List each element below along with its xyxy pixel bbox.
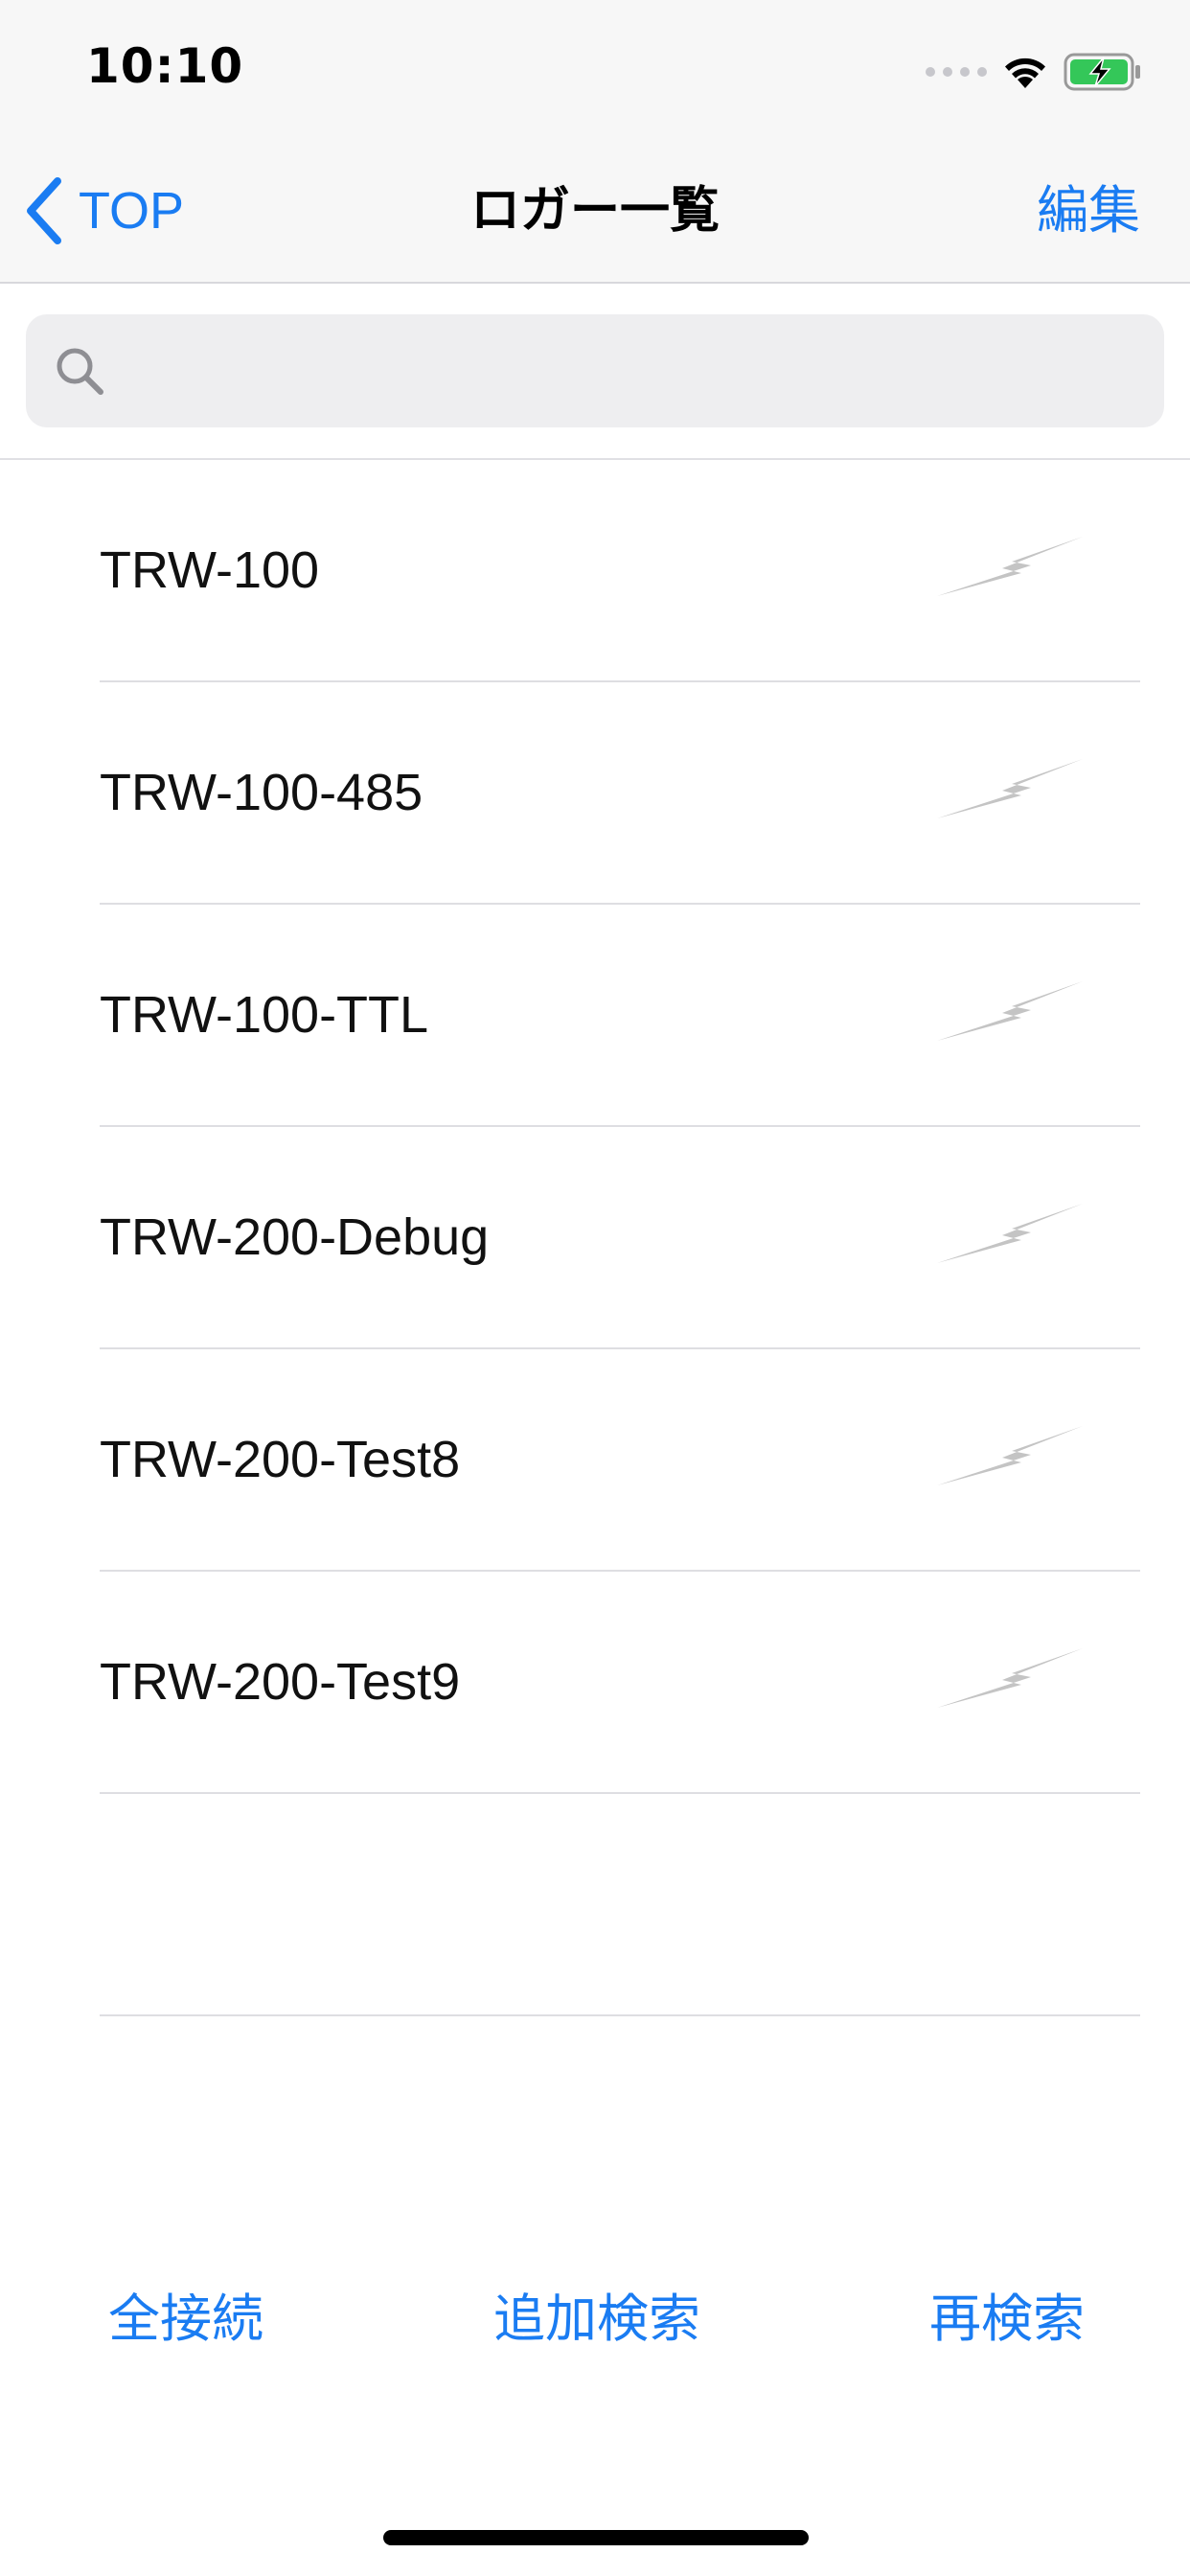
device-name: TRW-200-Debug (100, 1208, 490, 1266)
status-bar: 10:10 (0, 0, 1190, 134)
list-item[interactable]: TRW-200-Test8 (100, 1349, 1140, 1572)
search-icon (57, 348, 103, 395)
search-bar[interactable] (26, 313, 1164, 428)
add-search-button[interactable]: 追加検索 (493, 2271, 700, 2367)
status-icons (926, 53, 1142, 91)
search-input[interactable] (108, 313, 1164, 428)
battery-charging-icon (1064, 53, 1140, 91)
list-item[interactable]: TRW-100 (100, 460, 1140, 682)
list-item[interactable]: TRW-200-Debug (100, 1127, 1140, 1349)
device-name: TRW-200-Test8 (100, 1431, 461, 1488)
search-area (0, 284, 1190, 460)
device-name: TRW-100-485 (100, 764, 423, 821)
list-item[interactable]: TRW-100-TTL (100, 905, 1140, 1127)
rescan-button[interactable]: 再検索 (929, 2271, 1085, 2367)
connect-all-button[interactable]: 全接続 (108, 2271, 263, 2367)
bolt-icon (937, 1204, 1083, 1263)
bolt-icon (937, 981, 1083, 1041)
bolt-icon (937, 1648, 1083, 1708)
device-name: TRW-100-TTL (100, 986, 429, 1044)
device-list: TRW-100 TRW-100-485 TRW-100-TTL TRW-200-… (0, 460, 1190, 2016)
device-name: TRW-100 (100, 541, 320, 599)
bottom-toolbar: 全接続 追加検索 再検索 (0, 2271, 1190, 2367)
home-indicator (383, 2530, 809, 2545)
bolt-icon (937, 759, 1083, 818)
navigation-bar: TOP ロガー一覧 編集 (0, 134, 1190, 284)
wifi-icon (1005, 58, 1045, 88)
status-time: 10:10 (86, 38, 244, 94)
bolt-icon (937, 1426, 1083, 1485)
page-title: ロガー一覧 (469, 182, 720, 240)
list-item[interactable]: TRW-200-Test9 (100, 1572, 1140, 1794)
list-item[interactable]: TRW-100-485 (100, 682, 1140, 905)
edit-button[interactable]: 編集 (1037, 172, 1140, 249)
cellular-signal-icon (926, 67, 987, 77)
bolt-icon (937, 537, 1083, 596)
empty-list-row (100, 1794, 1140, 2016)
device-name: TRW-200-Test9 (100, 1653, 461, 1711)
